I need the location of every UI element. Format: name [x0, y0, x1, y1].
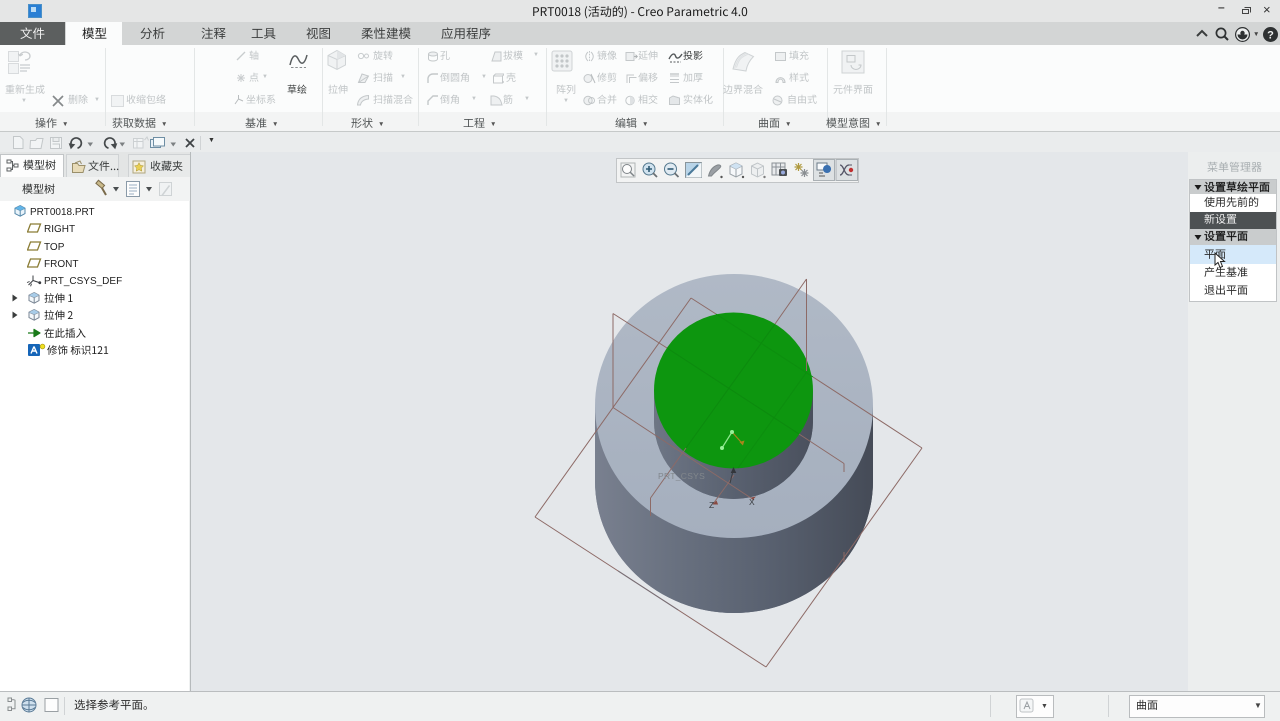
svg-text:Z: Z	[709, 500, 714, 510]
svg-text:?: ?	[1267, 30, 1274, 42]
svg-text:PRT_CSYS: PRT_CSYS	[658, 471, 705, 481]
svg-text:X: X	[749, 497, 755, 507]
